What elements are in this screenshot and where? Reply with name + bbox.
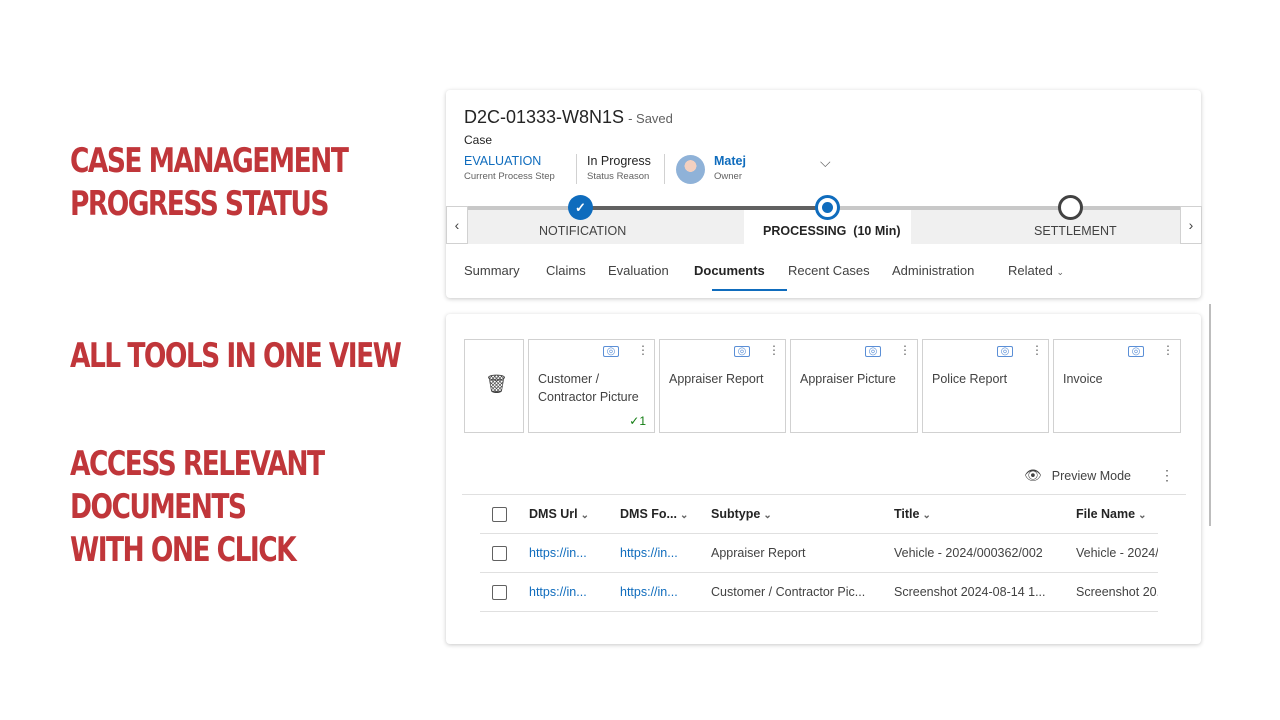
tab-administration[interactable]: Administration	[892, 263, 974, 278]
chevron-down-icon[interactable]: ⌄	[581, 510, 589, 521]
column-header-title[interactable]: Title ⌄	[894, 507, 1059, 521]
column-header-subtype[interactable]: Subtype ⌄	[711, 507, 876, 521]
tab-claims[interactable]: Claims	[546, 263, 586, 278]
column-header-dms-url[interactable]: DMS Url ⌄	[529, 507, 609, 521]
headline-progress-status: CASE MANAGEMENT PROGRESS STATUS	[70, 141, 349, 224]
row-checkbox[interactable]	[492, 585, 507, 600]
headline-all-tools: ALL TOOLS IN ONE VIEW	[70, 336, 402, 376]
owner-avatar	[676, 155, 705, 184]
stage-processing[interactable]: PROCESSING (10 Min)	[763, 224, 901, 238]
camera-icon[interactable]: ◎	[734, 346, 750, 357]
divider	[664, 154, 665, 184]
recycle-bin-tile[interactable]: 🗑	[464, 339, 524, 433]
field-status-reason: In Progress Status Reason	[587, 154, 651, 182]
stage-settlement[interactable]: SETTLEMENT	[1034, 224, 1117, 238]
camera-icon[interactable]: ◎	[997, 346, 1013, 357]
active-stage-icon[interactable]	[815, 195, 840, 220]
chevron-down-icon[interactable]: ⌵	[820, 154, 831, 171]
column-header-file-name[interactable]: File Name ⌄	[1076, 507, 1158, 521]
tab-evaluation[interactable]: Evaluation	[608, 263, 669, 278]
grid-header-row: DMS Url ⌄ DMS Fo... ⌄ Subtype ⌄ Title ⌄ File…	[480, 495, 1158, 534]
dms-folder-link[interactable]: https://in...	[620, 585, 702, 599]
tab-summary[interactable]: Summary	[464, 263, 520, 278]
pending-stage-icon[interactable]	[1058, 195, 1083, 220]
documents-card: 🗑 ◎ ⋮ Customer / Contractor Picture ✓1 ◎…	[446, 314, 1201, 644]
subtype-cell: Appraiser Report	[711, 546, 806, 560]
active-tab-indicator	[712, 289, 787, 291]
table-row[interactable]: https://in... https://in... Customer / C…	[480, 573, 1158, 612]
dms-folder-link[interactable]: https://in...	[620, 546, 702, 560]
divider	[576, 154, 577, 184]
document-count: ✓1	[629, 414, 646, 428]
doc-tile-appraiser-report[interactable]: ◎ ⋮ Appraiser Report	[659, 339, 786, 433]
eye-icon[interactable]: 👁	[1024, 467, 1042, 483]
more-options-icon[interactable]: ⋮	[1160, 467, 1174, 484]
file-name-cell: Screenshot 20...	[1076, 585, 1158, 599]
camera-icon[interactable]: ◎	[865, 346, 881, 357]
title-cell: Vehicle - 2024/000362/002	[894, 546, 1043, 560]
chevron-left-icon[interactable]: ‹	[446, 206, 468, 244]
column-header-dms-folder[interactable]: DMS Fo... ⌄	[620, 507, 702, 521]
camera-icon[interactable]: ◎	[1128, 346, 1144, 357]
chevron-down-icon[interactable]: ⌄	[922, 510, 930, 521]
row-checkbox[interactable]	[492, 546, 507, 561]
chevron-down-icon[interactable]: ⌄	[680, 510, 688, 521]
file-name-cell: Vehicle - 2024/	[1076, 546, 1158, 560]
record-header-card: D2C-01333-W8N1S - Saved Case EVALUATION C…	[446, 90, 1202, 298]
select-all-checkbox[interactable]	[492, 507, 507, 522]
field-process-step: EVALUATION Current Process Step	[464, 154, 555, 182]
dms-url-link[interactable]: https://in...	[529, 585, 609, 599]
chevron-down-icon: ⌄	[1056, 267, 1064, 277]
record-title: D2C-01333-W8N1S - Saved	[464, 107, 673, 127]
business-process-bar: ✓ NOTIFICATION PROCESSING (10 Min) SETTL…	[446, 195, 1202, 244]
table-row[interactable]: https://in... https://in... Appraiser Re…	[480, 534, 1158, 573]
preview-mode-toggle[interactable]: 👁 Preview Mode	[1024, 467, 1131, 485]
field-owner[interactable]: Matej Owner	[714, 154, 746, 182]
recycle-bin-icon[interactable]: 🗑	[485, 374, 508, 395]
chevron-right-icon[interactable]: ›	[1180, 206, 1202, 244]
chevron-down-icon[interactable]: ⌄	[1138, 510, 1146, 521]
more-options-icon[interactable]: ⋮	[637, 343, 649, 357]
subtype-cell: Customer / Contractor Pic...	[711, 585, 866, 599]
stage-notification[interactable]: NOTIFICATION	[539, 224, 626, 238]
camera-icon[interactable]: ◎	[603, 346, 619, 357]
scrollbar[interactable]	[1209, 304, 1211, 526]
more-options-icon[interactable]: ⋮	[768, 343, 780, 357]
doc-tile-invoice[interactable]: ◎ ⋮ Invoice	[1053, 339, 1181, 433]
tab-documents[interactable]: Documents	[694, 263, 765, 278]
record-entity: Case	[464, 133, 493, 147]
documents-grid: DMS Url ⌄ DMS Fo... ⌄ Subtype ⌄ Title ⌄ File…	[480, 495, 1158, 612]
check-icon[interactable]: ✓	[568, 195, 593, 220]
more-options-icon[interactable]: ⋮	[1031, 343, 1043, 357]
save-status: - Saved	[628, 111, 673, 126]
doc-tile-customer-picture[interactable]: ◎ ⋮ Customer / Contractor Picture ✓1	[528, 339, 655, 433]
doc-tile-appraiser-picture[interactable]: ◎ ⋮ Appraiser Picture	[790, 339, 918, 433]
tab-related[interactable]: Related ⌄	[1008, 263, 1064, 278]
tab-recent-cases[interactable]: Recent Cases	[788, 263, 870, 278]
title-cell: Screenshot 2024-08-14 1...	[894, 585, 1046, 599]
more-options-icon[interactable]: ⋮	[1162, 343, 1174, 357]
dms-url-link[interactable]: https://in...	[529, 546, 609, 560]
chevron-down-icon[interactable]: ⌄	[763, 510, 771, 521]
doc-tile-police-report[interactable]: ◎ ⋮ Police Report	[922, 339, 1049, 433]
headline-access-documents: ACCESS RELEVANT DOCUMENTS WITH ONE CLICK	[70, 444, 325, 570]
more-options-icon[interactable]: ⋮	[899, 343, 911, 357]
